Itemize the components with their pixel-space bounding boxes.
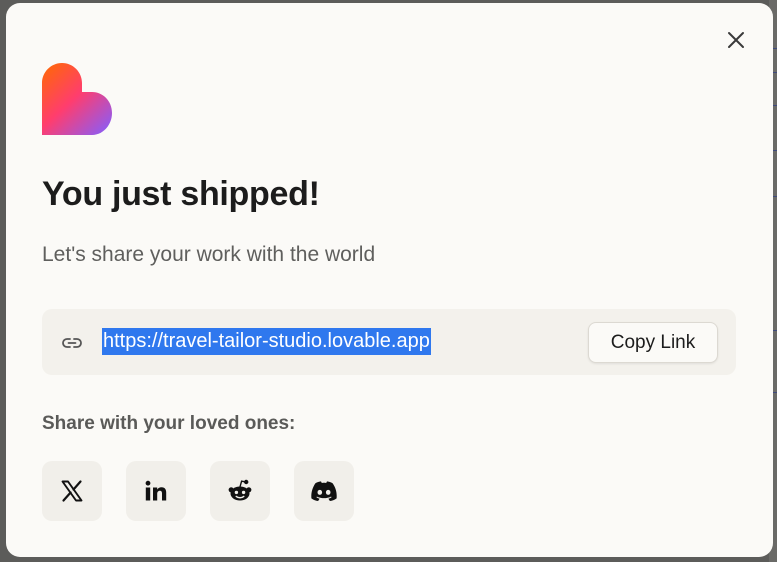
dialog-title: You just shipped! — [42, 175, 320, 213]
share-discord-button[interactable] — [294, 461, 354, 521]
link-icon — [62, 338, 82, 348]
heart-logo-icon — [42, 63, 112, 135]
share-dialog: You just shipped! Let's share your work … — [6, 3, 773, 557]
share-reddit-button[interactable] — [210, 461, 270, 521]
copy-link-button[interactable]: Copy Link — [588, 322, 718, 363]
close-icon — [728, 32, 744, 48]
linkedin-icon — [145, 480, 167, 501]
share-link-box: https://travel-tailor-studio.lovable.app… — [42, 309, 736, 375]
share-x-button[interactable] — [42, 461, 102, 521]
close-button[interactable] — [723, 27, 749, 53]
share-buttons — [42, 461, 354, 521]
share-linkedin-button[interactable] — [126, 461, 186, 521]
share-section-label: Share with your loved ones: — [42, 413, 296, 434]
dialog-subtitle: Let's share your work with the world — [42, 243, 376, 266]
x-twitter-icon — [61, 480, 83, 502]
share-url-text[interactable]: https://travel-tailor-studio.lovable.app — [102, 328, 431, 355]
discord-icon — [311, 481, 337, 501]
reddit-icon — [228, 479, 252, 501]
